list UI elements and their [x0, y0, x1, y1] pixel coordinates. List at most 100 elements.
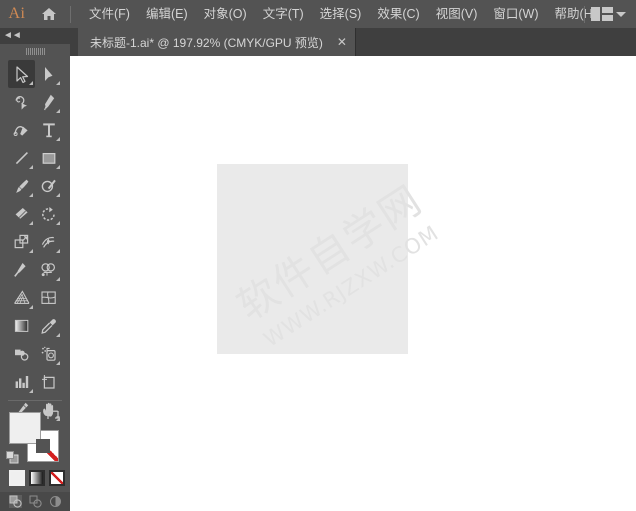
default-swatch-glyph [6, 451, 19, 464]
draw-behind-icon [29, 495, 42, 508]
menubar-divider [70, 5, 71, 23]
tool-flyout-indicator[interactable] [29, 221, 33, 225]
document-tab[interactable]: 未标题-1.ai* @ 197.92% (CMYK/GPU 预览) ✕ [78, 28, 356, 56]
menu-effect[interactable]: 效果(C) [369, 0, 427, 28]
menu-item-list: 文件(F) 编辑(E) 对象(O) 文字(T) 选择(S) 效果(C) 视图(V) 窗口(W)… [81, 0, 605, 28]
default-fill-stroke-icon[interactable] [6, 451, 19, 464]
tool-mesh[interactable] [35, 284, 62, 312]
document-tab-bar: 未标题-1.ai* @ 197.92% (CMYK/GPU 预览) ✕ [70, 28, 636, 56]
tool-selection[interactable] [8, 60, 35, 88]
tool-flyout-indicator[interactable] [29, 165, 33, 169]
swatch-none[interactable] [49, 470, 65, 486]
tool-flyout-indicator[interactable] [29, 305, 33, 309]
canvas-area[interactable]: 软件自学网 WWW.RJZXW.COM [70, 56, 636, 511]
tool-line-segment-icon [15, 152, 28, 165]
tool-shape-builder-icon [40, 263, 55, 277]
tool-flyout-indicator[interactable] [29, 193, 33, 197]
menu-view[interactable]: 视图(V) [428, 0, 486, 28]
menu-object[interactable]: 对象(O) [196, 0, 255, 28]
stroke-swatch-inner [36, 439, 50, 453]
tool-paintbrush[interactable] [8, 172, 35, 200]
workspace-divider [584, 5, 585, 23]
draw-normal-icon [9, 495, 22, 508]
tool-flyout-indicator[interactable] [29, 81, 33, 85]
tool-rotate-icon [41, 207, 55, 221]
tool-flyout-indicator[interactable] [56, 333, 60, 337]
tool-artboard[interactable] [35, 368, 62, 396]
tool-flyout-indicator[interactable] [29, 389, 33, 393]
tool-shaper-icon [41, 179, 56, 193]
tool-magic-wand[interactable] [8, 88, 35, 116]
tool-flyout-indicator[interactable] [56, 249, 60, 253]
tool-symbol-sprayer-icon [41, 346, 56, 361]
tool-rotate[interactable] [35, 200, 62, 228]
tool-eraser[interactable] [8, 200, 35, 228]
menu-bar: Ai 文件(F) 编辑(E) 对象(O) 文字(T) 选择(S) 效果(C) 视图(V) 窗口… [0, 0, 636, 28]
tool-flyout-indicator[interactable] [56, 109, 60, 113]
tool-free-transform[interactable] [8, 256, 35, 284]
home-icon[interactable] [34, 0, 64, 28]
tool-flyout-indicator[interactable] [56, 137, 60, 141]
color-zone-divider [8, 400, 62, 401]
tools-panel-grip[interactable] [0, 44, 70, 58]
tool-eyedropper-icon [40, 319, 56, 334]
tool-flyout-indicator[interactable] [56, 193, 60, 197]
menu-window[interactable]: 窗口(W) [485, 0, 546, 28]
chevron-down-icon[interactable] [616, 11, 626, 17]
tool-perspective-grid-icon [13, 290, 29, 304]
tool-flyout-indicator[interactable] [56, 361, 60, 365]
tool-blend-icon [14, 349, 28, 361]
tool-direct-selection-icon [44, 67, 52, 81]
draw-normal[interactable] [8, 495, 22, 508]
tool-rectangle[interactable] [35, 144, 62, 172]
tool-scale-icon [14, 234, 28, 249]
tool-column-graph[interactable] [8, 368, 35, 396]
draw-behind[interactable] [29, 495, 42, 508]
menu-edit[interactable]: 编辑(E) [138, 0, 196, 28]
swatch-color[interactable] [9, 470, 25, 486]
tool-width[interactable] [35, 228, 62, 256]
tool-flyout-indicator[interactable] [56, 221, 60, 225]
menu-file[interactable]: 文件(F) [81, 0, 138, 28]
collapse-panel-icon[interactable]: ◄◄ [3, 29, 22, 43]
tool-shaper[interactable] [35, 172, 62, 200]
swap-fill-stroke-icon[interactable] [46, 408, 60, 420]
close-icon[interactable]: ✕ [337, 36, 347, 48]
tool-shape-builder[interactable] [35, 256, 62, 284]
tool-flyout-indicator[interactable] [56, 277, 60, 281]
swatch-gradient[interactable] [29, 470, 45, 486]
tool-curvature-icon [13, 126, 28, 136]
tool-mesh-icon [40, 291, 56, 304]
tool-paintbrush-icon [15, 179, 28, 193]
tools-panel-header: ◄◄ [0, 28, 70, 44]
menu-select[interactable]: 选择(S) [312, 0, 370, 28]
home-glyph [42, 8, 56, 20]
tool-flyout-indicator[interactable] [29, 249, 33, 253]
tool-type[interactable] [35, 116, 62, 144]
tool-blend[interactable] [8, 340, 35, 368]
tool-pen[interactable] [35, 88, 62, 116]
workspace-switcher[interactable] [578, 0, 632, 28]
tool-artboard-icon [41, 375, 55, 389]
tool-flyout-indicator[interactable] [56, 165, 60, 169]
tool-line-segment[interactable] [8, 144, 35, 172]
draw-inside-icon [49, 496, 61, 507]
tool-selection-icon [15, 66, 28, 83]
tool-gradient[interactable] [8, 312, 35, 340]
tool-direct-selection[interactable] [35, 60, 62, 88]
tool-gradient-icon [14, 319, 28, 332]
tool-grid [0, 58, 70, 452]
tool-width-icon [41, 236, 54, 248]
tool-curvature[interactable] [8, 116, 35, 144]
tool-flyout-indicator[interactable] [56, 81, 60, 85]
draw-inside[interactable] [49, 495, 62, 508]
workspace-layout-icon[interactable] [591, 7, 613, 21]
artboard[interactable] [217, 164, 408, 354]
menu-type[interactable]: 文字(T) [255, 0, 312, 28]
tool-symbol-sprayer[interactable] [35, 340, 62, 368]
tool-scale[interactable] [8, 228, 35, 256]
tool-eraser-icon [15, 208, 28, 219]
tool-eyedropper[interactable] [35, 312, 62, 340]
swap-arrow-glyph [46, 410, 60, 419]
tool-perspective-grid[interactable] [8, 284, 35, 312]
